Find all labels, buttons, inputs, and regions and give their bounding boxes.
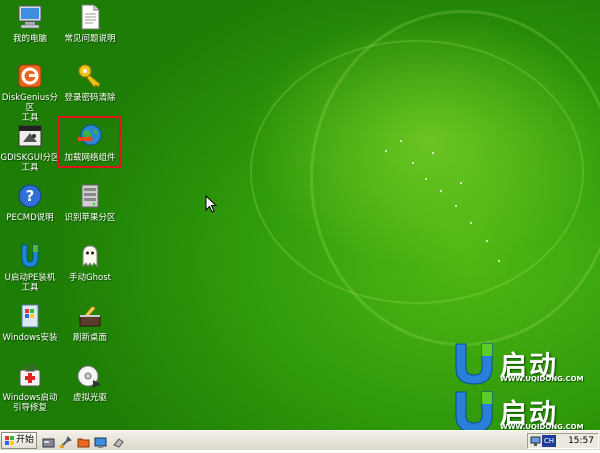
monitor-icon[interactable] <box>94 434 107 448</box>
selection-highlight-box <box>57 116 121 168</box>
wrench-icon[interactable] <box>59 434 72 448</box>
windows-install-icon <box>16 302 44 330</box>
desktop-icon-diskgenius[interactable]: DiskGenius分区 工具 <box>0 62 60 123</box>
desktop-icon-windows-install[interactable]: Windows安装 <box>0 302 60 343</box>
svg-text:?: ? <box>26 187 35 205</box>
desktop-icon-faq[interactable]: 常见问题说明 <box>60 3 120 44</box>
wallpaper-sparkle <box>455 205 457 207</box>
desktop-icon-label: Windows启动 引导修复 <box>2 393 58 413</box>
refresh-desktop-icon <box>76 302 104 330</box>
wallpaper-sparkle <box>486 240 488 242</box>
ghost-icon <box>76 242 104 270</box>
taskbar: 开始 CH 15:57 <box>0 430 600 450</box>
wallpaper-swirl <box>310 10 600 346</box>
computer-icon <box>16 3 44 31</box>
desktop-icon-gdiskgui[interactable]: GDISKGUI分区 工具 <box>0 122 60 173</box>
uqidong-installer-icon <box>16 242 44 270</box>
folder-icon[interactable] <box>77 434 90 448</box>
desktop-icon-uqidong-installer[interactable]: U启动PE装机 工具 <box>0 242 60 293</box>
desktop-icon-boot-repair[interactable]: Windows启动 引导修复 <box>0 362 60 413</box>
desktop-icon-label: 手动Ghost <box>69 273 111 283</box>
diskgenius-icon <box>16 62 44 90</box>
wallpaper-sparkle <box>385 150 387 152</box>
desktop-icon-manual-ghost[interactable]: 手动Ghost <box>60 242 120 283</box>
network-tray-icon[interactable] <box>530 435 541 447</box>
gdisk-icon <box>16 122 44 150</box>
drive-tool-icon[interactable] <box>42 434 55 448</box>
uqidong-u-icon <box>455 391 493 430</box>
virtual-cdrom-icon <box>76 362 104 390</box>
desktop-icon-virtual-cdrom[interactable]: 虚拟光驱 <box>60 362 120 403</box>
desktop-icon-label: DiskGenius分区 工具 <box>1 93 59 123</box>
desktop-icon-label: PECMD说明 <box>6 213 54 223</box>
desktop-icon-label: 虚拟光驱 <box>72 393 107 403</box>
desktop-icon-label: GDISKGUI分区 工具 <box>0 153 60 173</box>
wallpaper-sparkle <box>400 140 402 142</box>
wallpaper-sparkle <box>432 152 434 154</box>
brand-url: WWW.UQIDONG.COM <box>500 375 584 383</box>
drive-icon <box>76 182 104 210</box>
desktop-icon-pecmd[interactable]: ? PECMD说明 <box>0 182 60 223</box>
desktop-icon-label: 识别苹果分区 <box>64 213 116 223</box>
desktop-icon-label: U启动PE装机 工具 <box>4 273 56 293</box>
wallpaper-sparkle <box>498 260 500 262</box>
help-icon: ? <box>16 182 44 210</box>
start-button-label: 开始 <box>16 435 35 445</box>
wallpaper-sparkle <box>470 222 472 224</box>
system-tray: CH 15:57 <box>527 433 599 449</box>
desktop-icon-apple-partition[interactable]: 识别苹果分区 <box>60 182 120 223</box>
desktop-icon-my-computer[interactable]: 我的电脑 <box>0 3 60 44</box>
brand-url: WWW.UQIDONG.COM <box>500 423 584 430</box>
desktop-icon-refresh-desktop[interactable]: 刷新桌面 <box>60 302 120 343</box>
wallpaper-sparkle <box>440 190 442 192</box>
eraser-icon[interactable] <box>112 434 125 448</box>
desktop-icon-label: 常见问题说明 <box>64 34 116 44</box>
desktop[interactable]: 我的电脑 常见问题说明 DiskGenius分区 工具 登录密码清除 GDISK… <box>0 0 600 430</box>
desktop-icon-label: Windows安装 <box>2 333 58 343</box>
uqidong-u-icon <box>455 343 493 385</box>
clock[interactable]: 15:57 <box>568 435 594 448</box>
start-button[interactable]: 开始 <box>1 432 37 449</box>
document-icon <box>76 3 104 31</box>
desktop-icon-password-clear[interactable]: 登录密码清除 <box>60 62 120 103</box>
mouse-pointer-icon <box>205 194 218 217</box>
boot-repair-icon <box>16 362 44 390</box>
desktop-icon-label: 登录密码清除 <box>64 93 116 103</box>
desktop-icon-label: 我的电脑 <box>12 34 47 44</box>
windows-logo-icon <box>5 436 14 445</box>
desktop-icon-label: 刷新桌面 <box>72 333 107 343</box>
wallpaper-sparkle <box>412 162 414 164</box>
language-indicator[interactable]: CH <box>542 435 556 447</box>
key-icon <box>76 62 104 90</box>
wallpaper-sparkle <box>425 178 427 180</box>
wallpaper-sparkle <box>460 182 462 184</box>
